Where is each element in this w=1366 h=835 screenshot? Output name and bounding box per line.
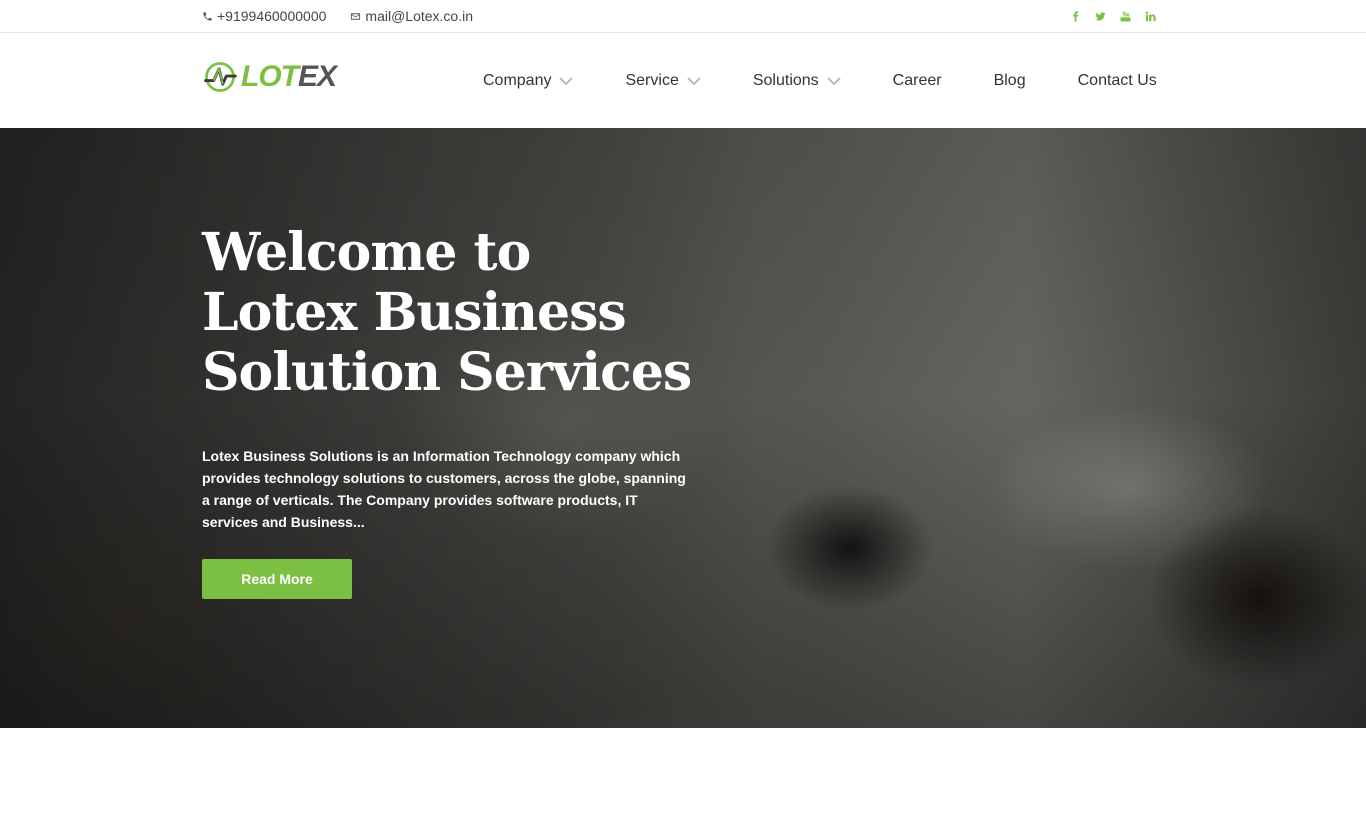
twitter-icon[interactable] xyxy=(1095,10,1106,23)
lotex-logo[interactable]: LOTEX xyxy=(202,59,337,95)
logo-text-dark: EX xyxy=(298,60,337,93)
nav-solutions-label: Solutions xyxy=(752,71,819,89)
nav-service-label: Service xyxy=(625,71,679,89)
phone-contact[interactable]: +9199460000000 xyxy=(202,8,326,24)
logo-mark-icon xyxy=(204,62,237,92)
nav-blog-label: Blog xyxy=(993,71,1026,89)
hero-banner: Welcome to Lotex Business Solution Servi… xyxy=(0,128,1366,728)
chevron-down-icon xyxy=(687,76,701,86)
hero-content: Welcome to Lotex Business Solution Servi… xyxy=(202,223,702,599)
logo-text-green: LOT xyxy=(241,60,299,93)
site-header: LOTEX Company Service Solutions Career B… xyxy=(0,33,1366,128)
chevron-down-icon xyxy=(826,76,841,86)
hero-description: Lotex Business Solutions is an Informati… xyxy=(202,448,686,530)
contact-info: +9199460000000 mail@Lotex.co.in xyxy=(202,8,473,24)
social-links xyxy=(1070,10,1156,23)
email-address: mail@Lotex.co.in xyxy=(365,8,473,24)
chevron-down-icon xyxy=(559,76,574,86)
facebook-icon[interactable] xyxy=(1070,10,1081,23)
nav-contact-us[interactable]: Contact Us xyxy=(1078,72,1157,90)
youtube-icon[interactable] xyxy=(1120,10,1131,23)
nav-blog[interactable]: Blog xyxy=(994,72,1026,90)
nav-career[interactable]: Career xyxy=(893,72,942,90)
phone-icon xyxy=(203,11,212,21)
main-navigation: Company Service Solutions Career Blog Co… xyxy=(483,33,1157,128)
nav-career-label: Career xyxy=(892,71,942,89)
hero-title-line-2: Lotex Business xyxy=(202,282,627,343)
read-more-button[interactable]: Read More xyxy=(202,559,352,599)
nav-service[interactable]: Service xyxy=(625,71,701,90)
hero-title-line-3: Solution Services xyxy=(202,342,692,403)
logo-wordmark: LOTEX xyxy=(241,60,337,94)
mail-icon xyxy=(351,12,361,20)
nav-company[interactable]: Company xyxy=(483,71,574,90)
hero-title: Welcome to Lotex Business Solution Servi… xyxy=(202,223,702,403)
hero-title-line-1: Welcome to xyxy=(202,222,531,283)
nav-solutions[interactable]: Solutions xyxy=(753,72,841,90)
linkedin-icon[interactable] xyxy=(1145,10,1156,23)
top-bar: +9199460000000 mail@Lotex.co.in xyxy=(0,0,1366,33)
nav-contact-us-label: Contact Us xyxy=(1077,71,1157,89)
phone-number: +9199460000000 xyxy=(217,8,327,24)
email-contact[interactable]: mail@Lotex.co.in xyxy=(350,8,473,24)
nav-company-label: Company xyxy=(483,71,552,89)
